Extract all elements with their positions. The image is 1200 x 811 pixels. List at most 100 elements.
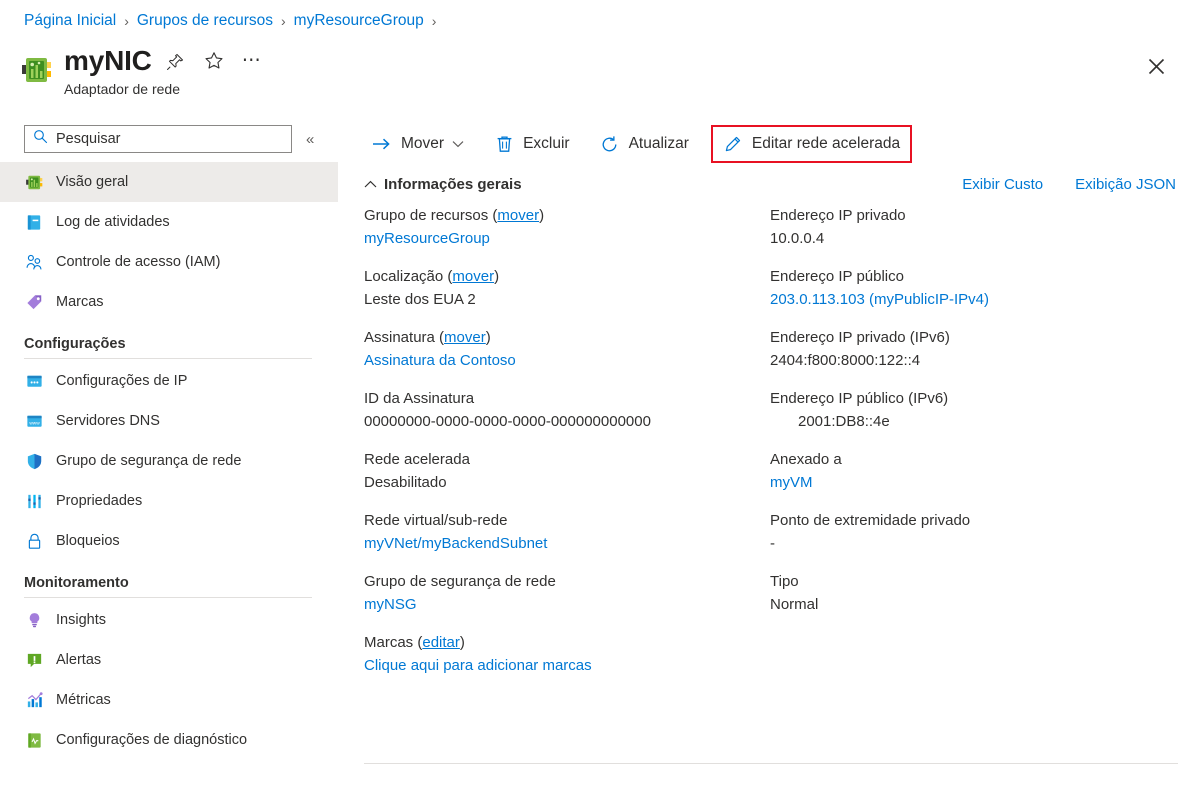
json-view-link[interactable]: Exibição JSON bbox=[1075, 176, 1176, 193]
sidebar-item-log-de-atividades[interactable]: Log de atividades bbox=[0, 202, 338, 242]
lightbulb-icon bbox=[24, 610, 44, 630]
sidebar-section-configuracoes: Configurações bbox=[0, 322, 338, 352]
sidebar-item-label: Configurações de IP bbox=[56, 371, 187, 391]
property-label: Marcas (editar) bbox=[364, 632, 770, 654]
property-label: Assinatura (mover) bbox=[364, 327, 770, 349]
property-value[interactable]: myResourceGroup bbox=[364, 227, 770, 250]
property-label: Endereço IP privado (IPv6) bbox=[770, 327, 1176, 349]
network-interface-card-icon bbox=[20, 53, 54, 87]
edit-accelerated-networking-label: Editar rede acelerada bbox=[752, 135, 900, 153]
sidebar-item-label: Configurações de diagnóstico bbox=[56, 730, 247, 750]
property-attached-to: Anexado a myVM bbox=[770, 449, 1176, 494]
metrics-chart-icon bbox=[24, 690, 44, 710]
property-label: ID da Assinatura bbox=[364, 388, 770, 410]
sidebar-item-label: Log de atividades bbox=[56, 212, 170, 232]
sidebar-search-row: « bbox=[0, 118, 338, 160]
property-subscription: Assinatura (mover) Assinatura da Contoso bbox=[364, 327, 770, 372]
arrow-right-icon bbox=[372, 134, 392, 154]
breadcrumb-item-resource-groups[interactable]: Grupos de recursos bbox=[137, 12, 273, 30]
edit-tags-link[interactable]: editar bbox=[422, 634, 460, 651]
sidebar-item-visao-geral[interactable]: Visão geral bbox=[0, 162, 338, 202]
property-value[interactable]: myNSG bbox=[364, 593, 770, 616]
move-link[interactable]: mover bbox=[497, 207, 539, 224]
tag-icon bbox=[24, 292, 44, 312]
content-divider bbox=[364, 763, 1178, 764]
command-toolbar: Mover Excluir bbox=[338, 118, 1200, 170]
move-button[interactable]: Mover bbox=[364, 127, 472, 161]
property-location: Localização (mover) Leste dos EUA 2 bbox=[364, 266, 770, 311]
view-cost-link[interactable]: Exibir Custo bbox=[962, 176, 1043, 193]
property-private-ip-address-ipv6: Endereço IP privado (IPv6) 2404:f800:800… bbox=[770, 327, 1176, 372]
property-label: Localização (mover) bbox=[364, 266, 770, 288]
property-label-text: Assinatura bbox=[364, 329, 435, 346]
sidebar-item-controle-de-acesso[interactable]: Controle de acesso (IAM) bbox=[0, 242, 338, 282]
property-value[interactable]: 203.0.113.103 (myPublicIP-IPv4) bbox=[770, 288, 1176, 311]
essentials-toggle[interactable]: Informações gerais bbox=[364, 176, 522, 193]
sidebar-item-bloqueios[interactable]: Bloqueios bbox=[0, 521, 338, 561]
search-box[interactable] bbox=[24, 125, 292, 153]
sidebar-item-label: Servidores DNS bbox=[56, 411, 160, 431]
property-accelerated-networking: Rede acelerada Desabilitado bbox=[364, 449, 770, 494]
sidebar-item-configuracoes-de-ip[interactable]: Configurações de IP bbox=[0, 361, 338, 401]
property-value[interactable]: myVNet/myBackendSubnet bbox=[364, 532, 770, 555]
property-type: Tipo Normal bbox=[770, 571, 1176, 616]
chevron-up-icon bbox=[364, 180, 377, 189]
move-link[interactable]: mover bbox=[452, 268, 494, 285]
refresh-icon bbox=[600, 134, 620, 154]
property-value[interactable]: myVM bbox=[770, 471, 1176, 494]
sidebar-item-label: Propriedades bbox=[56, 491, 142, 511]
sidebar-item-configuracoes-de-diagnostico[interactable]: Configurações de diagnóstico bbox=[0, 720, 338, 760]
sidebar-item-label: Visão geral bbox=[56, 172, 128, 192]
move-link[interactable]: mover bbox=[444, 329, 486, 346]
breadcrumb-item-home[interactable]: Página Inicial bbox=[24, 12, 116, 30]
sidebar-item-metricas[interactable]: Métricas bbox=[0, 680, 338, 720]
sidebar-item-grupo-de-seguranca-de-rede[interactable]: Grupo de segurança de rede bbox=[0, 441, 338, 481]
main-content: Mover Excluir bbox=[338, 118, 1200, 811]
sidebar-item-label: Insights bbox=[56, 610, 106, 630]
ellipsis-icon[interactable]: ⋯ bbox=[238, 47, 266, 75]
sidebar-top-nav: Visão geral Log de atividades bbox=[0, 162, 338, 322]
resource-type-label: Adaptador de rede bbox=[64, 80, 266, 98]
sidebar-item-label: Métricas bbox=[56, 690, 111, 710]
svg-text:www: www bbox=[29, 421, 40, 426]
property-subscription-id: ID da Assinatura 00000000-0000-0000-0000… bbox=[364, 388, 770, 433]
pin-icon[interactable] bbox=[162, 47, 190, 75]
property-private-endpoint: Ponto de extremidade privado - bbox=[770, 510, 1176, 555]
search-input[interactable] bbox=[54, 130, 283, 148]
lock-icon bbox=[24, 531, 44, 551]
close-icon[interactable] bbox=[1140, 50, 1172, 82]
refresh-button[interactable]: Atualizar bbox=[592, 127, 697, 161]
add-tags-link[interactable]: Clique aqui para adicionar marcas bbox=[364, 654, 770, 677]
property-public-ip-address-ipv6: Endereço IP público (IPv6) 2001:DB8::4e bbox=[770, 388, 1176, 433]
sidebar-item-label: Controle de acesso (IAM) bbox=[56, 252, 220, 272]
property-public-ip-address: Endereço IP público 203.0.113.103 (myPub… bbox=[770, 266, 1176, 311]
sidebar-item-servidores-dns[interactable]: www Servidores DNS bbox=[0, 401, 338, 441]
collapse-sidebar-icon[interactable]: « bbox=[306, 131, 314, 148]
sidebar-item-insights[interactable]: Insights bbox=[0, 600, 338, 640]
sidebar-item-label: Marcas bbox=[56, 292, 104, 312]
sidebar-section-title: Monitoramento bbox=[24, 575, 338, 591]
property-value: 00000000-0000-0000-0000-000000000000 bbox=[364, 410, 770, 433]
pencil-icon bbox=[723, 134, 743, 154]
property-value: Desabilitado bbox=[364, 471, 770, 494]
move-button-label: Mover bbox=[401, 135, 444, 153]
resource-header: myNIC ⋯ Adaptador de rede bbox=[20, 44, 266, 98]
sidebar-item-label: Grupo de segurança de rede bbox=[56, 451, 241, 471]
property-value: 2001:DB8::4e bbox=[770, 410, 1176, 433]
property-value[interactable]: Assinatura da Contoso bbox=[364, 349, 770, 372]
network-interface-card-icon bbox=[24, 172, 44, 192]
sidebar-item-marcas[interactable]: Marcas bbox=[0, 282, 338, 322]
property-resource-group: Grupo de recursos (mover) myResourceGrou… bbox=[364, 205, 770, 250]
ellipsis-glyph: ⋯ bbox=[242, 57, 262, 65]
delete-button[interactable]: Excluir bbox=[486, 127, 578, 161]
sidebar-configuracoes-items: Configurações de IP www Servidores DNS G… bbox=[0, 361, 338, 561]
sidebar-item-alertas[interactable]: Alertas bbox=[0, 640, 338, 680]
star-icon[interactable] bbox=[200, 47, 228, 75]
page-title: myNIC bbox=[64, 44, 152, 78]
sidebar-item-propriedades[interactable]: Propriedades bbox=[0, 481, 338, 521]
breadcrumb-item-my-resource-group[interactable]: myResourceGroup bbox=[294, 12, 424, 30]
property-value: Normal bbox=[770, 593, 1176, 616]
search-icon bbox=[33, 129, 48, 149]
diagnostic-settings-icon bbox=[24, 730, 44, 750]
edit-accelerated-networking-button[interactable]: Editar rede acelerada bbox=[711, 125, 912, 163]
